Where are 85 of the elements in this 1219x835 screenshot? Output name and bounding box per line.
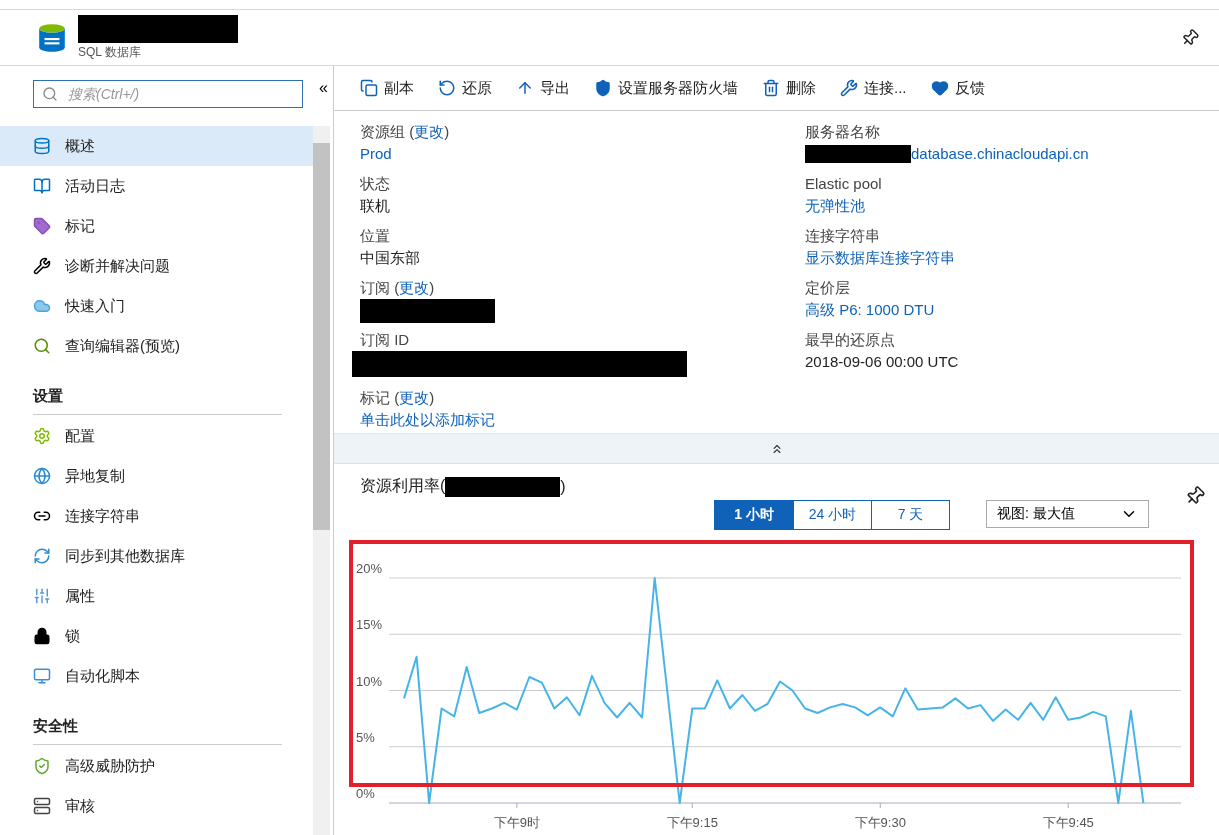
tag-icon (33, 217, 51, 235)
field-label: 订阅 (更改) (360, 278, 436, 298)
toolbar-button[interactable]: 设置服务器防火墙 (594, 78, 738, 98)
database-icon (36, 21, 68, 54)
toolbar-button[interactable]: 删除 (762, 78, 816, 98)
lock-icon (33, 627, 51, 645)
wrench-icon (840, 79, 858, 97)
value-link[interactable]: 高级 P6: 1000 DTU (805, 299, 935, 320)
database-icon (33, 137, 51, 155)
field-label: 标记 (更改) (360, 388, 436, 408)
axis-label: 下午9时 (493, 815, 540, 830)
globe-icon (33, 467, 51, 485)
shield-icon (594, 79, 612, 97)
nav-item[interactable]: 标记 (0, 206, 313, 246)
change-link[interactable]: 更改 (399, 389, 430, 406)
nav-item[interactable]: 查询编辑器(预览) (0, 326, 313, 366)
field-value: 2018-09-06 00:00 UTC (805, 352, 959, 372)
field-label: 连接字符串 (805, 226, 881, 246)
shield-icon (33, 757, 51, 775)
scrollbar[interactable] (313, 126, 330, 835)
server-icon (33, 797, 51, 815)
monitor-icon (33, 667, 51, 685)
value-link[interactable]: 无弹性池 (805, 195, 865, 216)
axis-label: 下午9:45 (1042, 815, 1094, 830)
field-label: 资源组 (更改) (360, 122, 451, 142)
field-label: 定价层 (805, 278, 851, 298)
field-label: 位置 (360, 226, 391, 246)
field-label: 状态 (360, 174, 391, 194)
nav-item[interactable]: 配置 (0, 416, 313, 456)
nav-item[interactable]: 活动日志 (0, 166, 313, 206)
search-icon (33, 337, 51, 355)
cloud-icon (33, 297, 51, 315)
resource-type: SQL 数据库 (78, 43, 142, 61)
heart-icon (930, 79, 949, 97)
field-label: 服务器名称 (805, 122, 881, 142)
collapse-button[interactable]: « (319, 80, 328, 96)
change-link[interactable]: 更改 (399, 279, 430, 296)
view-dropdown[interactable]: 视图: 最大值 (986, 500, 1149, 528)
axis-label: 15% (356, 617, 383, 633)
sliders-icon (33, 587, 51, 605)
value-link[interactable]: 显示数据库连接字符串 (805, 247, 955, 268)
wrench-icon (33, 257, 51, 275)
toolbar-button[interactable]: 副本 (360, 78, 414, 98)
field-label: 订阅 ID (360, 330, 411, 350)
copy-icon (360, 79, 378, 97)
nav-item[interactable]: 审核 (0, 786, 313, 826)
field-value: 中国东部 (360, 248, 420, 268)
axis-label: 10% (356, 673, 383, 689)
value-link[interactable]: Prod (360, 143, 392, 164)
nav-item[interactable]: 锁 (0, 616, 313, 656)
chart-title: 资源利用率( ) (360, 476, 567, 497)
value-link[interactable]: 单击此处以添加标记 (360, 409, 495, 430)
field-value: 联机 (360, 196, 390, 216)
toolbar-button[interactable]: 导出 (516, 78, 570, 98)
nav-item[interactable]: 属性 (0, 576, 313, 616)
search-field[interactable]: 搜索(Ctrl+/) (33, 80, 303, 108)
value-link[interactable]: database.chinacloudapi.cn (911, 143, 1089, 164)
nav-item[interactable]: 自动化脚本 (0, 656, 313, 696)
axis-label: 5% (356, 729, 375, 745)
axis-label: 0% (356, 786, 375, 801)
nav-item[interactable]: 诊断并解决问题 (0, 246, 313, 286)
toolbar-button[interactable]: 连接... (840, 78, 907, 98)
axis-label: 20% (356, 561, 383, 576)
nav-item[interactable]: 高级威胁防护 (0, 746, 313, 786)
nav-item[interactable]: 同步到其他数据库 (0, 536, 313, 576)
search-icon (42, 86, 58, 102)
nav-item[interactable]: 连接字符串 (0, 496, 313, 536)
sync-icon (33, 547, 51, 565)
undo-icon (438, 79, 456, 97)
section-heading: 安全性 (33, 697, 282, 745)
nav-item[interactable]: 异地复制 (0, 456, 313, 496)
time-range-tab[interactable]: 1 小时 (715, 501, 793, 529)
nav-item[interactable]: 快速入门 (0, 286, 313, 326)
axis-label: 下午9:30 (854, 815, 906, 830)
nav-item[interactable]: 概述 (0, 126, 313, 166)
change-link[interactable]: 更改 (414, 123, 445, 140)
book-icon (33, 177, 51, 195)
field-label: 最早的还原点 (805, 330, 896, 350)
gear-icon (33, 427, 51, 445)
trash-icon (762, 79, 780, 97)
toolbar-button[interactable]: 反馈 (930, 78, 985, 98)
axis-label: 下午9:15 (666, 815, 718, 830)
toolbar-button[interactable]: 还原 (438, 78, 492, 98)
section-heading: 设置 (33, 367, 282, 415)
field-label: Elastic pool (805, 174, 883, 194)
